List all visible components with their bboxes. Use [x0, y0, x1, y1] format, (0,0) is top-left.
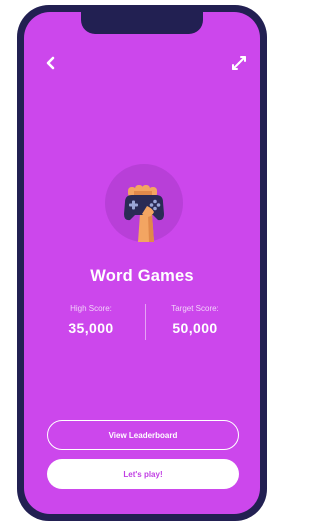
swap-arrows-icon	[232, 56, 246, 70]
back-button[interactable]	[40, 52, 62, 74]
fist-holding-game-controller-icon	[124, 185, 164, 242]
target-score: Target Score: 50,000	[140, 304, 250, 336]
target-score-label: Target Score:	[171, 304, 219, 313]
swap-button[interactable]	[228, 52, 250, 74]
high-score-label: High Score:	[70, 304, 112, 313]
phone-notch	[81, 12, 203, 34]
hero-illustration	[105, 164, 183, 242]
view-leaderboard-button[interactable]: View Leaderboard	[47, 420, 239, 450]
high-score: High Score: 35,000	[36, 304, 146, 336]
lets-play-button[interactable]: Let's play!	[47, 459, 239, 489]
phone-frame: Word Games High Score: 35,000 Target Sco…	[17, 5, 267, 521]
chevron-left-icon	[46, 56, 55, 70]
target-score-value: 50,000	[172, 320, 218, 336]
high-score-value: 35,000	[68, 320, 114, 336]
game-screen: Word Games High Score: 35,000 Target Sco…	[24, 12, 260, 514]
game-title: Word Games	[90, 267, 194, 285]
